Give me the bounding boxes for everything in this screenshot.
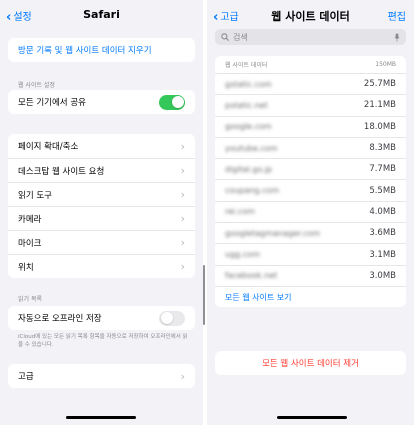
show-all-sites-label: 모든 웹 사이트 보기 bbox=[225, 292, 292, 302]
list-item[interactable]: facebook.net 3.0MB bbox=[215, 264, 406, 286]
site-domain: coupang.com bbox=[225, 186, 280, 196]
website-data-pane: ‹ 고급 웹 사이트 데이터 편집 검색 웹 사이트 데이터 150MB gsta… bbox=[207, 0, 414, 425]
site-domain: digital.go.jp bbox=[225, 164, 273, 174]
page-title: 웹 사이트 데이터 bbox=[271, 10, 350, 23]
site-domain: ugg.com bbox=[225, 250, 260, 260]
offline-footnote: iCloud에 있는 모든 읽기 목록 항목을 자동으로 저장하여 오프라인에서… bbox=[18, 334, 188, 348]
list-item[interactable]: google.com 18.0MB bbox=[215, 115, 406, 137]
site-domain: google.com bbox=[225, 122, 272, 132]
site-size: 18.0MB bbox=[363, 121, 396, 132]
chevron-right-icon: › bbox=[180, 236, 185, 249]
advanced-label: 고급 bbox=[18, 372, 34, 382]
settings-item-microphone[interactable]: 마이크 › bbox=[8, 230, 195, 254]
settings-item-page-zoom[interactable]: 페이지 확대/축소 › bbox=[8, 134, 195, 158]
nav-bar: ‹ 설정 Safari bbox=[0, 0, 203, 30]
offline-save-toggle[interactable] bbox=[159, 310, 185, 326]
site-size: 5.5MB bbox=[369, 185, 396, 196]
site-size: 3.6MB bbox=[369, 228, 396, 239]
share-all-devices-row: 모든 기기에서 공유 bbox=[8, 90, 195, 114]
settings-item-camera[interactable]: 카메라 › bbox=[8, 206, 195, 230]
list-header-label: 웹 사이트 데이터 bbox=[225, 62, 268, 69]
search-placeholder: 검색 bbox=[233, 32, 248, 42]
chevron-right-icon: › bbox=[180, 260, 185, 273]
site-size: 8.3MB bbox=[369, 143, 396, 154]
search-field[interactable]: 검색 bbox=[215, 29, 406, 45]
settings-item-request-desktop[interactable]: 데스크탑 웹 사이트 요청 › bbox=[8, 158, 195, 182]
settings-item-label: 위치 bbox=[18, 262, 34, 273]
list-header: 웹 사이트 데이터 150MB bbox=[215, 56, 406, 73]
home-indicator bbox=[66, 416, 136, 419]
site-domain: gstatic.com bbox=[225, 79, 272, 89]
list-item[interactable]: youtube.com 8.3MB bbox=[215, 136, 406, 158]
settings-item-label: 마이크 bbox=[18, 238, 42, 249]
site-size: 25.7MB bbox=[363, 79, 396, 90]
site-size: 4.0MB bbox=[369, 206, 396, 217]
nav-bar: ‹ 고급 웹 사이트 데이터 편집 bbox=[207, 0, 414, 30]
safari-settings-pane: ‹ 설정 Safari 방문 기록 및 웹 사이트 데이터 지우기 웹 사이트 설… bbox=[0, 0, 203, 425]
offline-save-row: 자동으로 오프라인 저장 bbox=[8, 306, 195, 330]
scroll-indicator bbox=[203, 265, 205, 325]
site-domain: facebook.net bbox=[225, 271, 278, 281]
site-size: 7.7MB bbox=[369, 164, 396, 175]
list-item[interactable]: rei.com 4.0MB bbox=[215, 200, 406, 222]
settings-item-label: 카메라 bbox=[18, 214, 42, 225]
site-domain: youtube.com bbox=[225, 143, 278, 153]
toggle-knob bbox=[171, 96, 184, 108]
remove-all-group: 모든 웹 사이트 데이터 제거 bbox=[215, 351, 406, 375]
website-settings-header: 웹 사이트 설정 bbox=[18, 82, 55, 89]
share-group: 모든 기기에서 공유 bbox=[8, 90, 195, 114]
settings-item-reader[interactable]: 읽기 도구 › bbox=[8, 182, 195, 206]
home-indicator bbox=[277, 416, 347, 419]
chevron-right-icon: › bbox=[180, 188, 185, 201]
clear-history-label: 방문 기록 및 웹 사이트 데이터 지우기 bbox=[18, 46, 152, 56]
site-domain: rei.com bbox=[225, 207, 255, 217]
total-size: 150MB bbox=[375, 61, 396, 68]
site-size: 3.0MB bbox=[369, 270, 396, 281]
show-all-sites-button[interactable]: 모든 웹 사이트 보기 bbox=[215, 285, 406, 307]
list-item[interactable]: googletagmanager.com 3.6MB bbox=[215, 222, 406, 243]
page-title: Safari bbox=[83, 8, 120, 21]
list-item[interactable]: coupang.com 5.5MB bbox=[215, 179, 406, 200]
settings-item-label: 페이지 확대/축소 bbox=[18, 142, 79, 152]
offline-save-label: 자동으로 오프라인 저장 bbox=[18, 314, 102, 324]
toggle-knob bbox=[160, 312, 173, 324]
clear-history-group: 방문 기록 및 웹 사이트 데이터 지우기 bbox=[8, 38, 195, 62]
website-data-list: 웹 사이트 데이터 150MB gstatic.com 25.7MB pstat… bbox=[215, 56, 406, 308]
website-settings-group: 페이지 확대/축소 › 데스크탑 웹 사이트 요청 › 읽기 도구 › 카메라 … bbox=[8, 134, 195, 278]
list-item[interactable]: pstatic.net 21.1MB bbox=[215, 94, 406, 115]
settings-item-location[interactable]: 위치 › bbox=[8, 254, 195, 278]
settings-item-label: 데스크탑 웹 사이트 요청 bbox=[18, 166, 105, 177]
advanced-group: 고급 › bbox=[8, 364, 195, 388]
list-item[interactable]: digital.go.jp 7.7MB bbox=[215, 158, 406, 179]
chevron-right-icon: › bbox=[180, 369, 185, 383]
share-all-devices-label: 모든 기기에서 공유 bbox=[18, 98, 86, 108]
chevron-right-icon: › bbox=[180, 212, 185, 225]
settings-item-label: 읽기 도구 bbox=[18, 190, 52, 201]
chevron-right-icon: › bbox=[180, 139, 185, 153]
share-all-devices-toggle[interactable] bbox=[159, 94, 185, 110]
microphone-icon[interactable] bbox=[394, 32, 400, 42]
clear-history-button[interactable]: 방문 기록 및 웹 사이트 데이터 지우기 bbox=[8, 38, 195, 62]
edit-button[interactable]: 편집 bbox=[388, 8, 406, 23]
remove-all-data-label: 모든 웹 사이트 데이터 제거 bbox=[262, 359, 359, 369]
site-size: 21.1MB bbox=[363, 100, 396, 111]
reading-list-header: 읽기 목록 bbox=[18, 296, 42, 303]
search-icon bbox=[221, 33, 229, 41]
list-item[interactable]: gstatic.com 25.7MB bbox=[215, 73, 406, 94]
list-item[interactable]: ugg.com 3.1MB bbox=[215, 243, 406, 264]
site-domain: pstatic.net bbox=[225, 100, 268, 110]
remove-all-data-button[interactable]: 모든 웹 사이트 데이터 제거 bbox=[215, 351, 406, 375]
chevron-right-icon: › bbox=[180, 164, 185, 177]
site-size: 3.1MB bbox=[369, 249, 396, 260]
site-domain: googletagmanager.com bbox=[225, 228, 321, 238]
advanced-item[interactable]: 고급 › bbox=[8, 364, 195, 388]
offline-group: 자동으로 오프라인 저장 bbox=[8, 306, 195, 330]
